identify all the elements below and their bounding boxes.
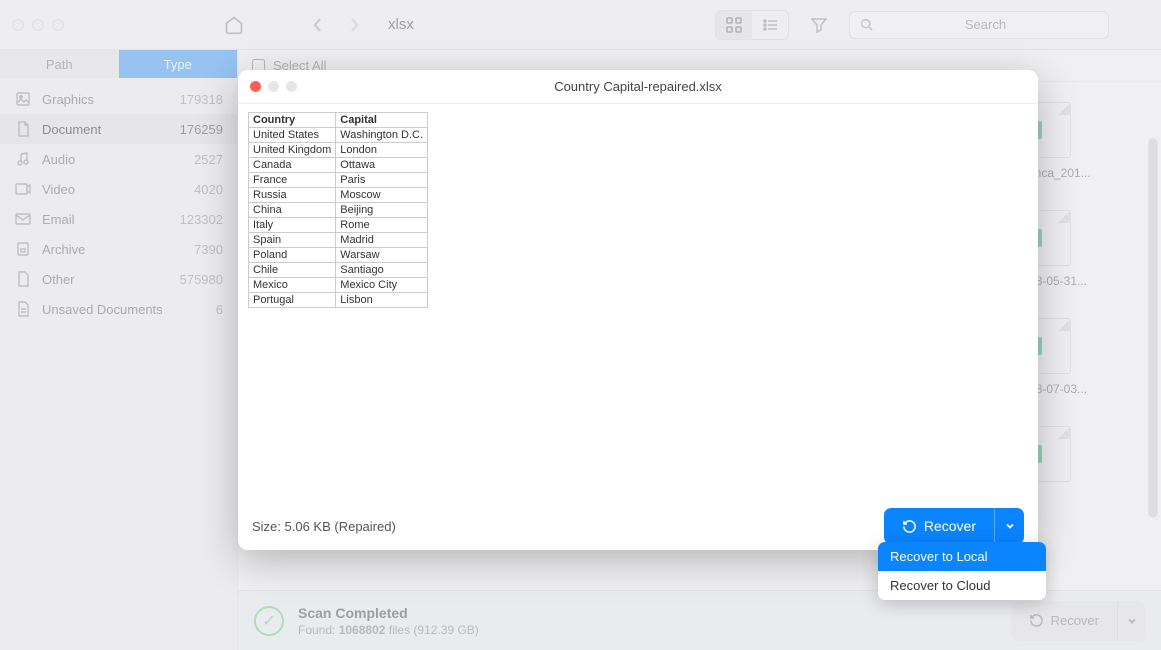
modal-title: Country Capital-repaired.xlsx — [238, 79, 1038, 94]
table-cell: Warsaw — [336, 248, 428, 263]
table-cell: Canada — [249, 158, 336, 173]
table-cell: China — [249, 203, 336, 218]
table-cell: Spain — [249, 233, 336, 248]
table-cell: Poland — [249, 248, 336, 263]
table-row: ItalyRome — [249, 218, 428, 233]
table-row: ChileSantiago — [249, 263, 428, 278]
table-header: Capital — [336, 113, 428, 128]
table-row: MexicoMexico City — [249, 278, 428, 293]
file-size-label: Size: 5.06 KB (Repaired) — [252, 519, 396, 534]
table-cell: Washington D.C. — [336, 128, 428, 143]
table-row: ChinaBeijing — [249, 203, 428, 218]
table-cell: Madrid — [336, 233, 428, 248]
table-row: PortugalLisbon — [249, 293, 428, 308]
table-cell: London — [336, 143, 428, 158]
table-row: RussiaMoscow — [249, 188, 428, 203]
restore-icon — [902, 519, 917, 534]
preview-table: CountryCapitalUnited StatesWashington D.… — [248, 112, 428, 308]
table-cell: Paris — [336, 173, 428, 188]
recover-dropdown-menu: Recover to Local Recover to Cloud — [878, 542, 1046, 600]
table-header: Country — [249, 113, 336, 128]
preview-modal: Country Capital-repaired.xlsx CountryCap… — [238, 70, 1038, 550]
table-cell: Mexico — [249, 278, 336, 293]
table-row: FranceParis — [249, 173, 428, 188]
table-row: SpainMadrid — [249, 233, 428, 248]
table-cell: Santiago — [336, 263, 428, 278]
table-cell: Mexico City — [336, 278, 428, 293]
table-cell: Beijing — [336, 203, 428, 218]
table-cell: United States — [249, 128, 336, 143]
table-cell: Ottawa — [336, 158, 428, 173]
table-cell: United Kingdom — [249, 143, 336, 158]
table-row: PolandWarsaw — [249, 248, 428, 263]
recover-button[interactable]: Recover — [884, 508, 1024, 544]
table-cell: Chile — [249, 263, 336, 278]
modal-max-icon — [286, 81, 297, 92]
table-cell: Italy — [249, 218, 336, 233]
table-cell: Rome — [336, 218, 428, 233]
table-cell: Portugal — [249, 293, 336, 308]
table-cell: Moscow — [336, 188, 428, 203]
table-cell: France — [249, 173, 336, 188]
table-row: United KingdomLondon — [249, 143, 428, 158]
recover-to-cloud-option[interactable]: Recover to Cloud — [878, 571, 1046, 600]
modal-close-icon[interactable] — [250, 81, 261, 92]
table-row: CanadaOttawa — [249, 158, 428, 173]
recover-dropdown-toggle[interactable] — [994, 508, 1024, 544]
recover-to-local-option[interactable]: Recover to Local — [878, 542, 1046, 571]
table-cell: Lisbon — [336, 293, 428, 308]
modal-min-icon — [268, 81, 279, 92]
table-row: United StatesWashington D.C. — [249, 128, 428, 143]
table-cell: Russia — [249, 188, 336, 203]
